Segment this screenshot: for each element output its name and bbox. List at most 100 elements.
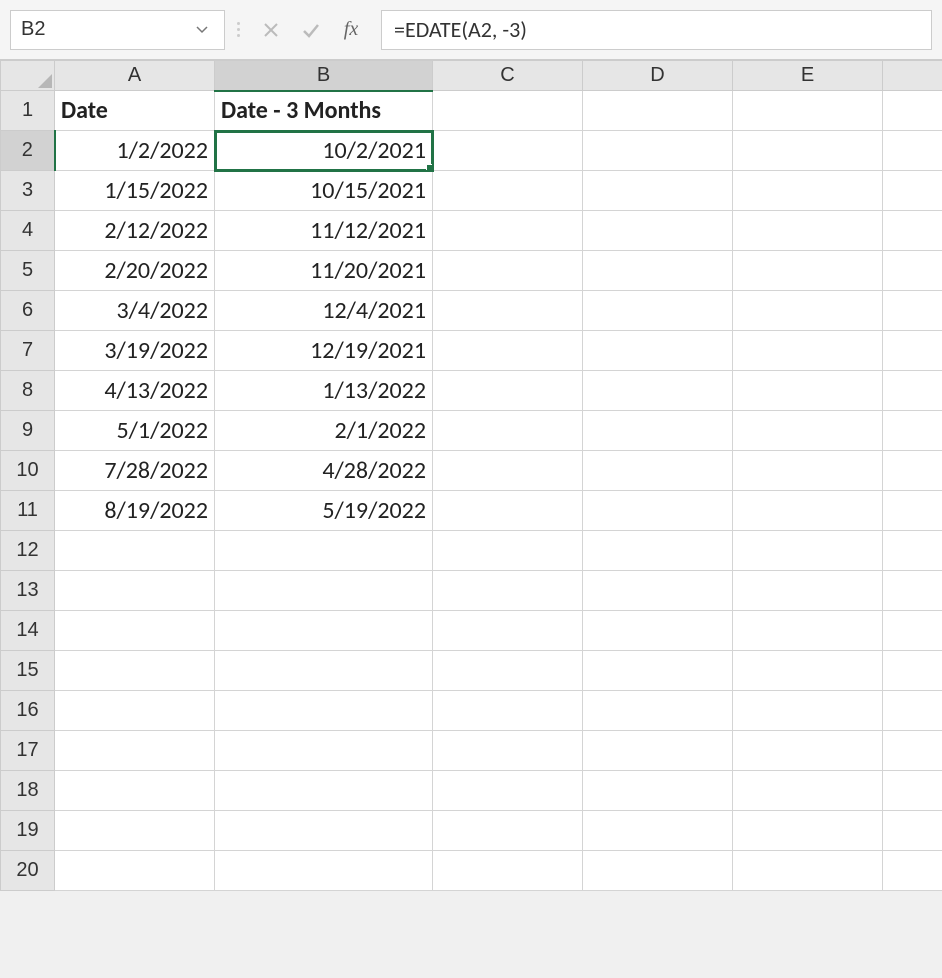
- cell-E17[interactable]: [733, 731, 883, 771]
- cell-C6[interactable]: [433, 291, 583, 331]
- row-header-6[interactable]: 6: [1, 291, 55, 331]
- cell-E19[interactable]: [733, 811, 883, 851]
- cell-A5[interactable]: 2/20/2022: [55, 251, 215, 291]
- cell-E15[interactable]: [733, 651, 883, 691]
- formula-input[interactable]: [382, 12, 931, 47]
- cell-E1[interactable]: [733, 91, 883, 131]
- cell-D18[interactable]: [583, 771, 733, 811]
- cell-C5[interactable]: [433, 251, 583, 291]
- cell-A19[interactable]: [55, 811, 215, 851]
- cell-C9[interactable]: [433, 411, 583, 451]
- cell-filler[interactable]: [883, 451, 942, 491]
- cell-E10[interactable]: [733, 451, 883, 491]
- cell-D8[interactable]: [583, 371, 733, 411]
- cell-filler[interactable]: [883, 171, 942, 211]
- cell-A13[interactable]: [55, 571, 215, 611]
- cell-B14[interactable]: [215, 611, 433, 651]
- cell-D5[interactable]: [583, 251, 733, 291]
- row-header-15[interactable]: 15: [1, 651, 55, 691]
- cell-C12[interactable]: [433, 531, 583, 571]
- cell-A2[interactable]: 1/2/2022: [55, 131, 215, 171]
- cell-B6[interactable]: 12/4/2021: [215, 291, 433, 331]
- cell-D4[interactable]: [583, 211, 733, 251]
- cell-B10[interactable]: 4/28/2022: [215, 451, 433, 491]
- cell-D10[interactable]: [583, 451, 733, 491]
- cell-E7[interactable]: [733, 331, 883, 371]
- cell-B8[interactable]: 1/13/2022: [215, 371, 433, 411]
- cell-A15[interactable]: [55, 651, 215, 691]
- row-header-4[interactable]: 4: [1, 211, 55, 251]
- cell-B15[interactable]: [215, 651, 433, 691]
- row-header-8[interactable]: 8: [1, 371, 55, 411]
- row-header-12[interactable]: 12: [1, 531, 55, 571]
- cell-A1[interactable]: Date: [55, 91, 215, 131]
- cell-D13[interactable]: [583, 571, 733, 611]
- cell-filler[interactable]: [883, 771, 942, 811]
- cell-filler[interactable]: [883, 411, 942, 451]
- cell-B5[interactable]: 11/20/2021: [215, 251, 433, 291]
- cell-D14[interactable]: [583, 611, 733, 651]
- row-header-10[interactable]: 10: [1, 451, 55, 491]
- column-header-filler[interactable]: [883, 61, 942, 91]
- row-header-7[interactable]: 7: [1, 331, 55, 371]
- name-box[interactable]: [11, 14, 181, 45]
- cell-E8[interactable]: [733, 371, 883, 411]
- enter-button[interactable]: [291, 10, 331, 50]
- cell-filler[interactable]: [883, 731, 942, 771]
- cell-C18[interactable]: [433, 771, 583, 811]
- cell-filler[interactable]: [883, 291, 942, 331]
- name-box-dropdown-button[interactable]: [181, 11, 221, 49]
- cell-D9[interactable]: [583, 411, 733, 451]
- cell-E11[interactable]: [733, 491, 883, 531]
- cell-D11[interactable]: [583, 491, 733, 531]
- cell-A4[interactable]: 2/12/2022: [55, 211, 215, 251]
- cell-E6[interactable]: [733, 291, 883, 331]
- cell-C15[interactable]: [433, 651, 583, 691]
- cell-filler[interactable]: [883, 131, 942, 171]
- cell-filler[interactable]: [883, 571, 942, 611]
- cell-B11[interactable]: 5/19/2022: [215, 491, 433, 531]
- cell-E18[interactable]: [733, 771, 883, 811]
- cell-filler[interactable]: [883, 331, 942, 371]
- cell-C10[interactable]: [433, 451, 583, 491]
- cell-A8[interactable]: 4/13/2022: [55, 371, 215, 411]
- cell-E14[interactable]: [733, 611, 883, 651]
- cell-filler[interactable]: [883, 691, 942, 731]
- select-all-button[interactable]: [1, 61, 55, 91]
- cell-D3[interactable]: [583, 171, 733, 211]
- row-header-19[interactable]: 19: [1, 811, 55, 851]
- cell-filler[interactable]: [883, 811, 942, 851]
- row-header-16[interactable]: 16: [1, 691, 55, 731]
- cell-A10[interactable]: 7/28/2022: [55, 451, 215, 491]
- cancel-button[interactable]: [251, 10, 291, 50]
- formula-bar-gripper[interactable]: [233, 22, 243, 37]
- cell-D7[interactable]: [583, 331, 733, 371]
- cell-B7[interactable]: 12/19/2021: [215, 331, 433, 371]
- cell-D2[interactable]: [583, 131, 733, 171]
- cell-filler[interactable]: [883, 211, 942, 251]
- cell-D17[interactable]: [583, 731, 733, 771]
- cell-B1[interactable]: Date - 3 Months: [215, 91, 433, 131]
- cell-D19[interactable]: [583, 811, 733, 851]
- cell-B16[interactable]: [215, 691, 433, 731]
- cell-E13[interactable]: [733, 571, 883, 611]
- cell-C8[interactable]: [433, 371, 583, 411]
- cell-filler[interactable]: [883, 251, 942, 291]
- row-header-5[interactable]: 5: [1, 251, 55, 291]
- row-header-1[interactable]: 1: [1, 91, 55, 131]
- cell-E20[interactable]: [733, 851, 883, 891]
- cell-A11[interactable]: 8/19/2022: [55, 491, 215, 531]
- column-header-D[interactable]: D: [583, 61, 733, 91]
- cell-C14[interactable]: [433, 611, 583, 651]
- cell-filler[interactable]: [883, 531, 942, 571]
- cell-filler[interactable]: [883, 371, 942, 411]
- cell-C4[interactable]: [433, 211, 583, 251]
- cell-E16[interactable]: [733, 691, 883, 731]
- cell-C20[interactable]: [433, 851, 583, 891]
- cell-B13[interactable]: [215, 571, 433, 611]
- cell-C19[interactable]: [433, 811, 583, 851]
- column-header-B[interactable]: B: [215, 61, 433, 91]
- cell-B9[interactable]: 2/1/2022: [215, 411, 433, 451]
- cell-B18[interactable]: [215, 771, 433, 811]
- row-header-9[interactable]: 9: [1, 411, 55, 451]
